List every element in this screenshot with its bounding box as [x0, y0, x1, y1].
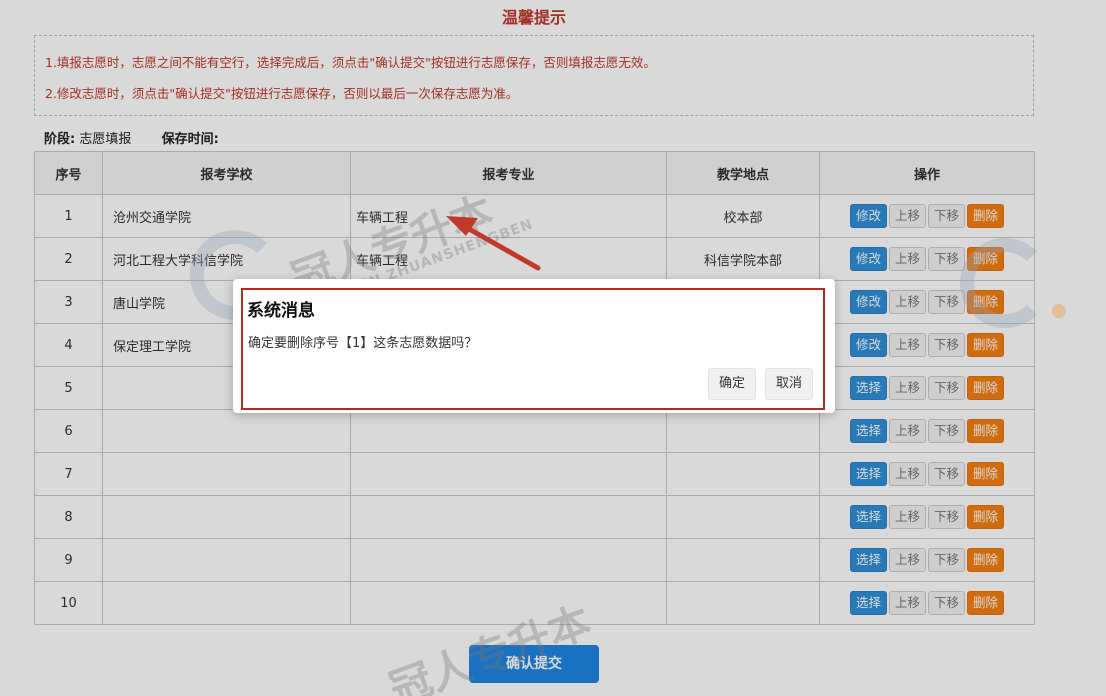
- dialog-title: 系统消息: [247, 301, 315, 321]
- dialog-ok-button[interactable]: 确定: [708, 368, 757, 400]
- dialog-cancel-button[interactable]: 取消: [765, 368, 814, 400]
- watermark-dot-icon-right: [1052, 304, 1066, 318]
- page: 温馨提示 1.填报志愿时，志愿之间不能有空行，选择完成后，须点击"确认提交"按钮…: [0, 0, 1106, 696]
- watermark-logo-icon-right: [960, 238, 1050, 328]
- dialog-message: 确定要删除序号【1】这条志愿数据吗？: [248, 336, 478, 351]
- system-message-dialog: 系统消息 确定要删除序号【1】这条志愿数据吗？ 确定 取消: [233, 279, 835, 413]
